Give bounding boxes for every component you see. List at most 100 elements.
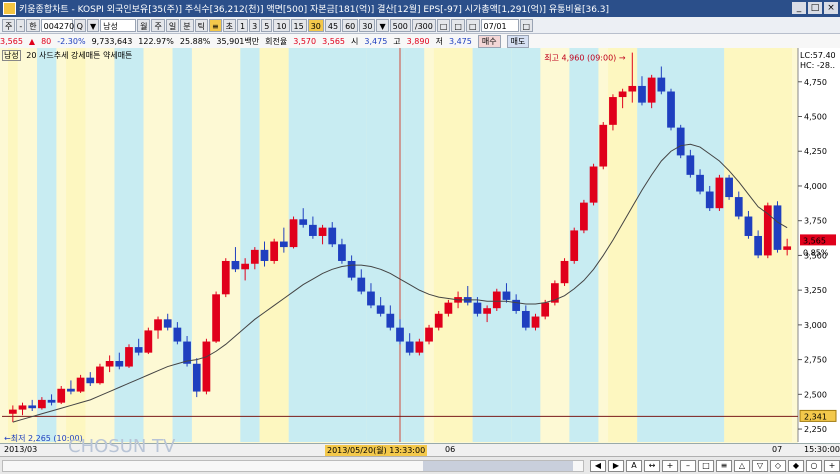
toolbar-item-0[interactable]: 주 xyxy=(2,18,16,32)
y-tick-label-7: 3,000 xyxy=(804,321,827,330)
toolbar-item-26[interactable]: □ xyxy=(436,18,451,32)
candle-body-15 xyxy=(154,319,162,331)
toolbar-item-17[interactable]: 10 xyxy=(273,18,290,32)
toolbar-item-3[interactable]: 004270 xyxy=(40,18,74,32)
toolbar-item-22[interactable]: 30 xyxy=(359,18,376,32)
legend-indicators: 사드추세 강세매튼 약세매튼 xyxy=(39,51,133,60)
close-button[interactable]: × xyxy=(824,2,838,14)
toolbar-item-29[interactable]: 07/01 xyxy=(480,18,519,32)
minimize-button[interactable]: _ xyxy=(792,2,806,14)
y-tick-label-6: 3,250 xyxy=(804,286,827,295)
maximize-button[interactable]: □ xyxy=(808,2,822,14)
chart-toolbar: 주 - 한 004270 Q ▼ 남성 월 주 일 분 틱 ≡ 초 1 3 5 10 15 30 45 60 30 ▼ 500/… xyxy=(0,17,840,34)
toolbar-item-2[interactable]: 한 xyxy=(26,18,40,32)
zoom-control-1[interactable]: ▶ xyxy=(608,460,624,472)
zoom-control-11[interactable]: ◆ xyxy=(788,460,804,472)
quote-bar: 3,565 ▲ 80 -2.30% 9,733,643 122.97% 25.8… xyxy=(0,34,840,49)
candle-body-51 xyxy=(502,291,511,300)
candle-body-5 xyxy=(57,388,66,403)
trend-band-4 xyxy=(172,48,192,442)
trend-band-9 xyxy=(404,48,425,442)
toolbar-item-13[interactable]: 초 xyxy=(222,18,237,32)
candle-body-17 xyxy=(173,327,182,342)
candle-body-50 xyxy=(492,291,501,309)
candle-body-48 xyxy=(473,302,482,314)
x-label-last-time: 15:30:00 xyxy=(804,445,840,454)
candlestick-chart[interactable]: 4,7504,5004,2504,0003,7503,5003,2503,000… xyxy=(0,48,840,443)
legend-ma-period: 20 xyxy=(26,51,37,60)
toolbar-item-4[interactable]: Q xyxy=(73,18,86,32)
candle-body-42 xyxy=(415,341,424,353)
scroll-track[interactable] xyxy=(2,460,584,472)
candle-body-63 xyxy=(618,91,627,98)
toolbar-item-6[interactable]: 남성 xyxy=(100,18,137,32)
zoom-control-10[interactable]: ◇ xyxy=(770,460,786,472)
toolbar-item-5[interactable]: ▼ xyxy=(86,18,100,32)
toolbar-item-24[interactable]: 500 xyxy=(389,18,411,32)
sell-button[interactable]: 매도 xyxy=(506,34,530,48)
zoom-control-8[interactable]: △ xyxy=(734,460,750,472)
toolbar-item-25[interactable]: /300 xyxy=(411,18,436,32)
toolbar-item-20[interactable]: 45 xyxy=(324,18,342,32)
zoom-control-13[interactable]: + xyxy=(824,460,840,472)
toolbar-item-9[interactable]: 일 xyxy=(165,18,180,32)
zoom-control-0[interactable]: ◀ xyxy=(590,460,606,472)
candle-body-41 xyxy=(405,341,414,353)
candle-body-24 xyxy=(241,263,250,270)
legend-stock-name[interactable]: 남성 xyxy=(2,50,21,61)
zoom-control-2[interactable]: A xyxy=(626,460,642,472)
zoom-control-7[interactable]: ≡ xyxy=(716,460,732,472)
y-tick-label-10: 2,250 xyxy=(804,425,827,434)
candle-body-7 xyxy=(76,377,85,392)
candle-body-0 xyxy=(8,409,17,414)
x-label-start: 2013/03 xyxy=(4,445,38,454)
toolbar-item-12[interactable]: ≡ xyxy=(208,18,222,32)
zoom-control-3[interactable]: ↔ xyxy=(644,460,660,472)
trend-band-1 xyxy=(37,48,57,442)
candle-body-64 xyxy=(628,85,637,92)
candle-body-37 xyxy=(367,291,375,306)
zoom-control-9[interactable]: ▽ xyxy=(752,460,768,472)
zoom-control-5[interactable]: – xyxy=(680,460,696,472)
candle-body-43 xyxy=(425,327,433,342)
toolbar-item-7[interactable]: 월 xyxy=(137,18,151,32)
candle-body-21 xyxy=(212,294,220,342)
candle-body-80 xyxy=(783,246,792,250)
candle-body-25 xyxy=(250,249,259,264)
candle-body-72 xyxy=(705,191,714,209)
candle-body-4 xyxy=(47,399,56,403)
change-rate: -2.30% xyxy=(57,36,86,46)
toolbar-item-16[interactable]: 5 xyxy=(261,18,273,32)
current-price-label: 3,565 xyxy=(803,236,826,245)
price-change: 80 xyxy=(41,36,52,46)
toolbar-item-21[interactable]: 60 xyxy=(342,18,359,32)
zoom-control-6[interactable]: □ xyxy=(698,460,714,472)
toolbar-item-30[interactable]: □ xyxy=(519,18,534,32)
toolbar-item-23[interactable]: ▼ xyxy=(376,18,389,32)
toolbar-item-18[interactable]: 15 xyxy=(290,18,307,32)
candle-body-29 xyxy=(289,219,298,248)
scroll-thumb[interactable] xyxy=(423,461,573,471)
toolbar-item-1[interactable]: - xyxy=(16,18,26,32)
chart-scrollbar-area: ◀▶A↔+–□≡△▽◇◆○+–× xyxy=(0,456,840,474)
candle-body-8 xyxy=(86,377,95,384)
candle-body-57 xyxy=(560,260,569,284)
candle-body-55 xyxy=(541,302,550,317)
toolbar-item-14[interactable]: 1 xyxy=(237,18,249,32)
candle-body-23 xyxy=(231,260,240,270)
zoom-control-4[interactable]: + xyxy=(662,460,678,472)
candle-body-75 xyxy=(734,197,743,217)
toolbar-item-15[interactable]: 3 xyxy=(249,18,261,32)
candle-body-34 xyxy=(338,244,346,261)
toolbar-item-8[interactable]: 주 xyxy=(151,18,165,32)
toolbar-item-19[interactable]: 30 xyxy=(307,18,324,32)
candle-body-70 xyxy=(686,155,695,175)
candle-body-28 xyxy=(279,241,288,248)
zoom-control-12[interactable]: ○ xyxy=(806,460,822,472)
buy-button[interactable]: 매수 xyxy=(477,34,501,48)
toolbar-item-11[interactable]: 틱 xyxy=(194,18,208,32)
candle-body-74 xyxy=(725,177,733,198)
toolbar-item-28[interactable]: □ xyxy=(465,18,480,32)
toolbar-item-10[interactable]: 분 xyxy=(180,18,194,32)
toolbar-item-27[interactable]: □ xyxy=(451,18,465,32)
